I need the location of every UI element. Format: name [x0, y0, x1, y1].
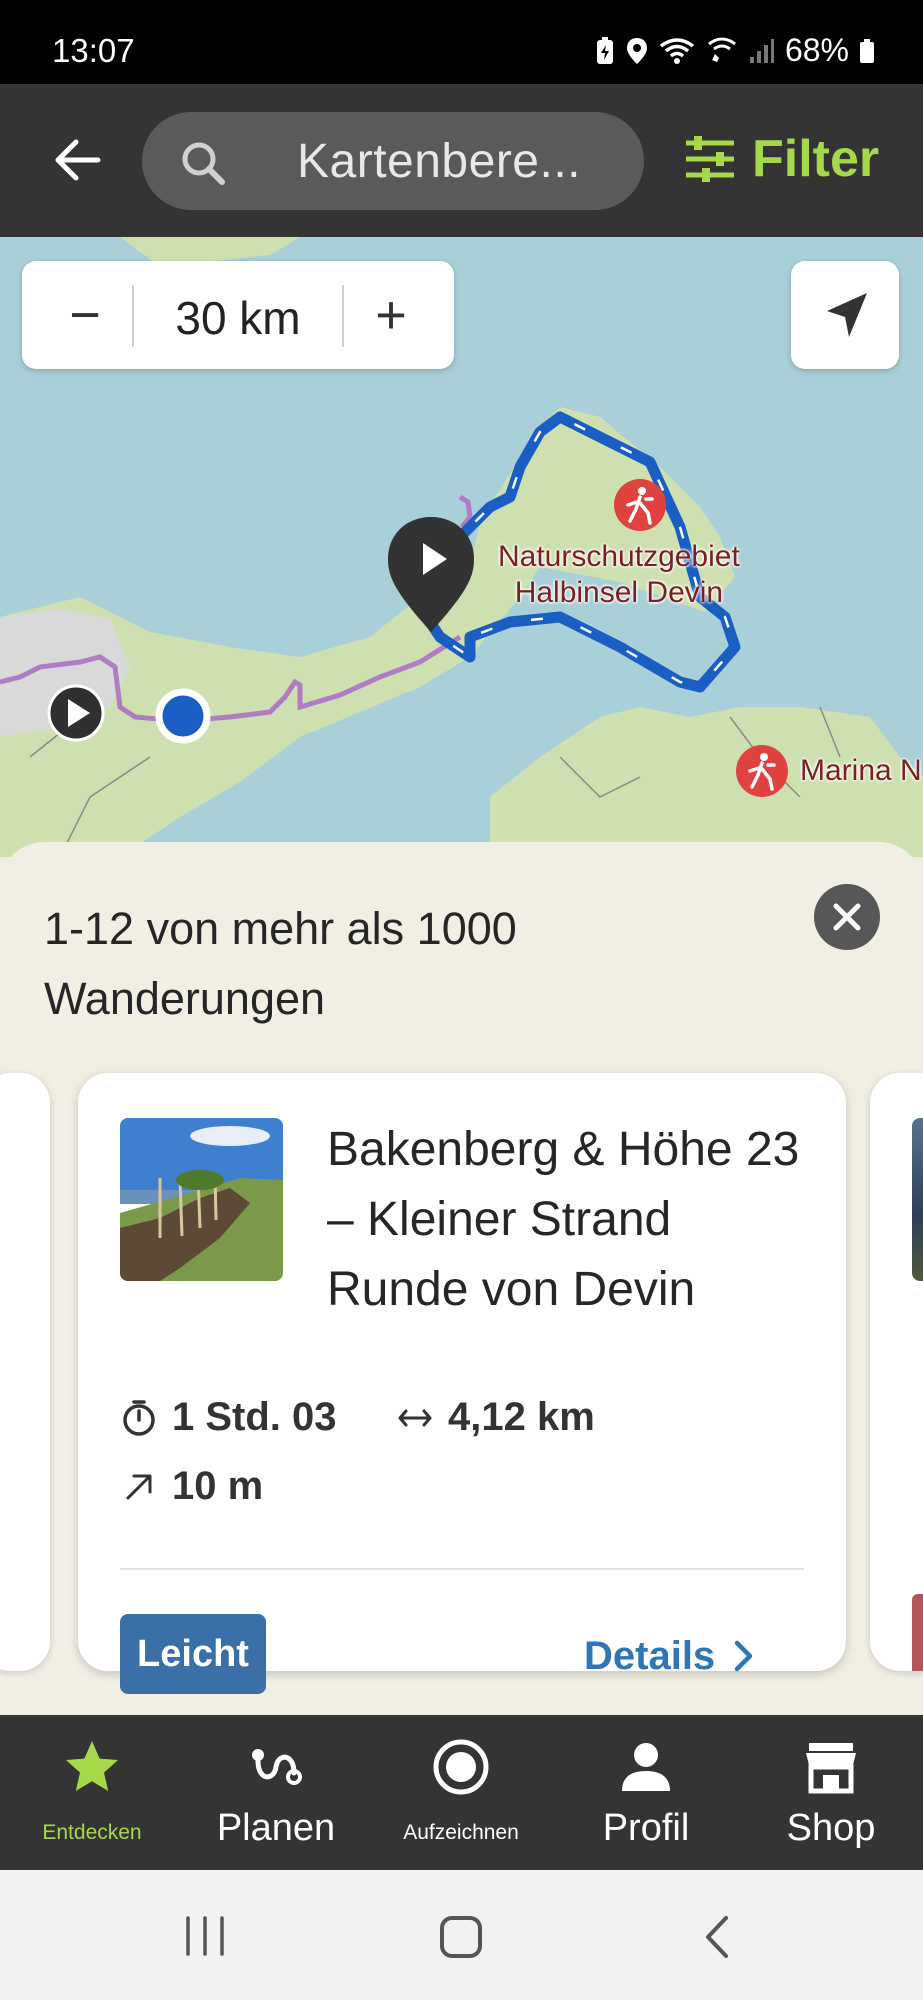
filter-sliders-icon: [686, 136, 734, 182]
tour-distance-value: 4,12 km: [448, 1395, 595, 1439]
stopwatch-icon: [123, 1399, 155, 1436]
close-results-button[interactable]: [814, 884, 880, 950]
nav-label: Planen: [216, 1807, 336, 1849]
ascent-arrow-icon: [126, 1474, 152, 1499]
map-view[interactable]: Naturschutzgebiet Halbinsel Devin Marina …: [0, 237, 923, 857]
navigation-arrow-icon: [827, 293, 867, 337]
horizontal-distance-icon: [398, 1409, 432, 1426]
nav-label: Shop: [786, 1807, 876, 1849]
filter-button[interactable]: Filter: [684, 124, 879, 194]
difficulty-badge: Leicht: [120, 1614, 266, 1694]
back-arrow-icon[interactable]: [48, 130, 108, 190]
status-icons: 68%: [595, 32, 875, 69]
poi-label-marina: Marina N: [800, 754, 922, 787]
poi-label-naturschutzgebiet: Naturschutzgebiet Halbinsel Devin: [498, 540, 740, 609]
next-tour-thumbnail: [912, 1118, 923, 1281]
card-divider: [120, 1568, 804, 1570]
chevron-right-icon: [734, 1640, 753, 1672]
route-icon: [252, 1749, 302, 1785]
status-bar: 13:07 68%: [0, 0, 923, 84]
zoom-radius-value: 30 km: [175, 292, 301, 344]
current-location-dot: [155, 688, 211, 744]
battery-saver-icon: [596, 36, 613, 64]
search-placeholder: Kartenbere...: [297, 135, 581, 188]
zoom-control: − 30 km +: [22, 261, 454, 369]
tour-card[interactable]: Bakenberg & Höhe 23 – Kleiner Strand Run…: [78, 1073, 846, 1694]
record-icon: [433, 1739, 489, 1795]
zoom-out-button[interactable]: −: [30, 261, 140, 369]
hiking-poi-icon-marina[interactable]: [736, 745, 788, 797]
tour-duration: 1 Std. 03: [120, 1395, 337, 1440]
details-link[interactable]: Details: [584, 1621, 755, 1691]
location-icon: [626, 37, 647, 64]
filter-label: Filter: [752, 130, 880, 188]
tour-distance: 4,12 km: [396, 1395, 595, 1440]
nav-item-profil[interactable]: Profil: [554, 1715, 738, 1870]
map-area-search-field[interactable]: Kartenbere...: [142, 112, 644, 210]
tour-thumbnail: [120, 1118, 283, 1281]
next-tour-badge: [912, 1594, 923, 1671]
battery-icon: [860, 38, 874, 63]
shop-icon: [806, 1743, 856, 1794]
top-app-bar: Kartenbere... Filter: [0, 84, 923, 237]
result-count-text: 1-12 von mehr als 1000 Wanderungen: [44, 903, 517, 1024]
recent-apps-icon[interactable]: [180, 1914, 230, 1958]
battery-percent: 68%: [784, 32, 849, 68]
wifi-icon: [659, 37, 695, 64]
tour-duration-value: 1 Std. 03: [172, 1395, 337, 1439]
locate-me-button[interactable]: [791, 261, 899, 369]
star-icon: [66, 1741, 118, 1791]
nav-label: Aufzeichnen: [403, 1821, 519, 1844]
system-navigation-bar: [0, 1870, 923, 2000]
home-icon[interactable]: [438, 1914, 484, 1960]
search-icon: [182, 142, 225, 185]
hiking-poi-icon[interactable]: [614, 479, 666, 531]
trail-start-marker[interactable]: [47, 684, 105, 742]
nav-label: Profil: [602, 1807, 690, 1849]
nav-item-shop[interactable]: Shop: [739, 1715, 923, 1870]
close-icon: [833, 903, 861, 931]
previous-tour-card[interactable]: [0, 1073, 50, 1671]
nav-item-aufzeichnen[interactable]: Aufzeichnen: [369, 1715, 553, 1870]
wifi-call-icon: [708, 37, 736, 62]
person-icon: [622, 1743, 670, 1791]
tour-title: Bakenberg & Höhe 23 – Kleiner Strand Run…: [327, 1123, 800, 1316]
back-nav-icon[interactable]: [700, 1914, 734, 1960]
tour-elevation: 10 m: [120, 1464, 263, 1509]
results-sheet: 1-12 von mehr als 1000 Wanderungen Baken…: [0, 842, 923, 1715]
status-time: 13:07: [52, 32, 135, 69]
zoom-in-button[interactable]: +: [336, 261, 446, 369]
nav-item-entdecken[interactable]: Entdecken: [0, 1715, 184, 1870]
next-tour-card[interactable]: [870, 1073, 923, 1671]
nav-label: Entdecken: [42, 1821, 142, 1844]
signal-icon: [749, 38, 774, 63]
tour-elevation-value: 10 m: [172, 1464, 264, 1508]
details-label: Details: [584, 1633, 716, 1678]
nav-item-planen[interactable]: Planen: [184, 1715, 368, 1870]
bottom-navigation: Entdecken Planen Aufzeichnen Profil Shop: [0, 1715, 923, 1870]
